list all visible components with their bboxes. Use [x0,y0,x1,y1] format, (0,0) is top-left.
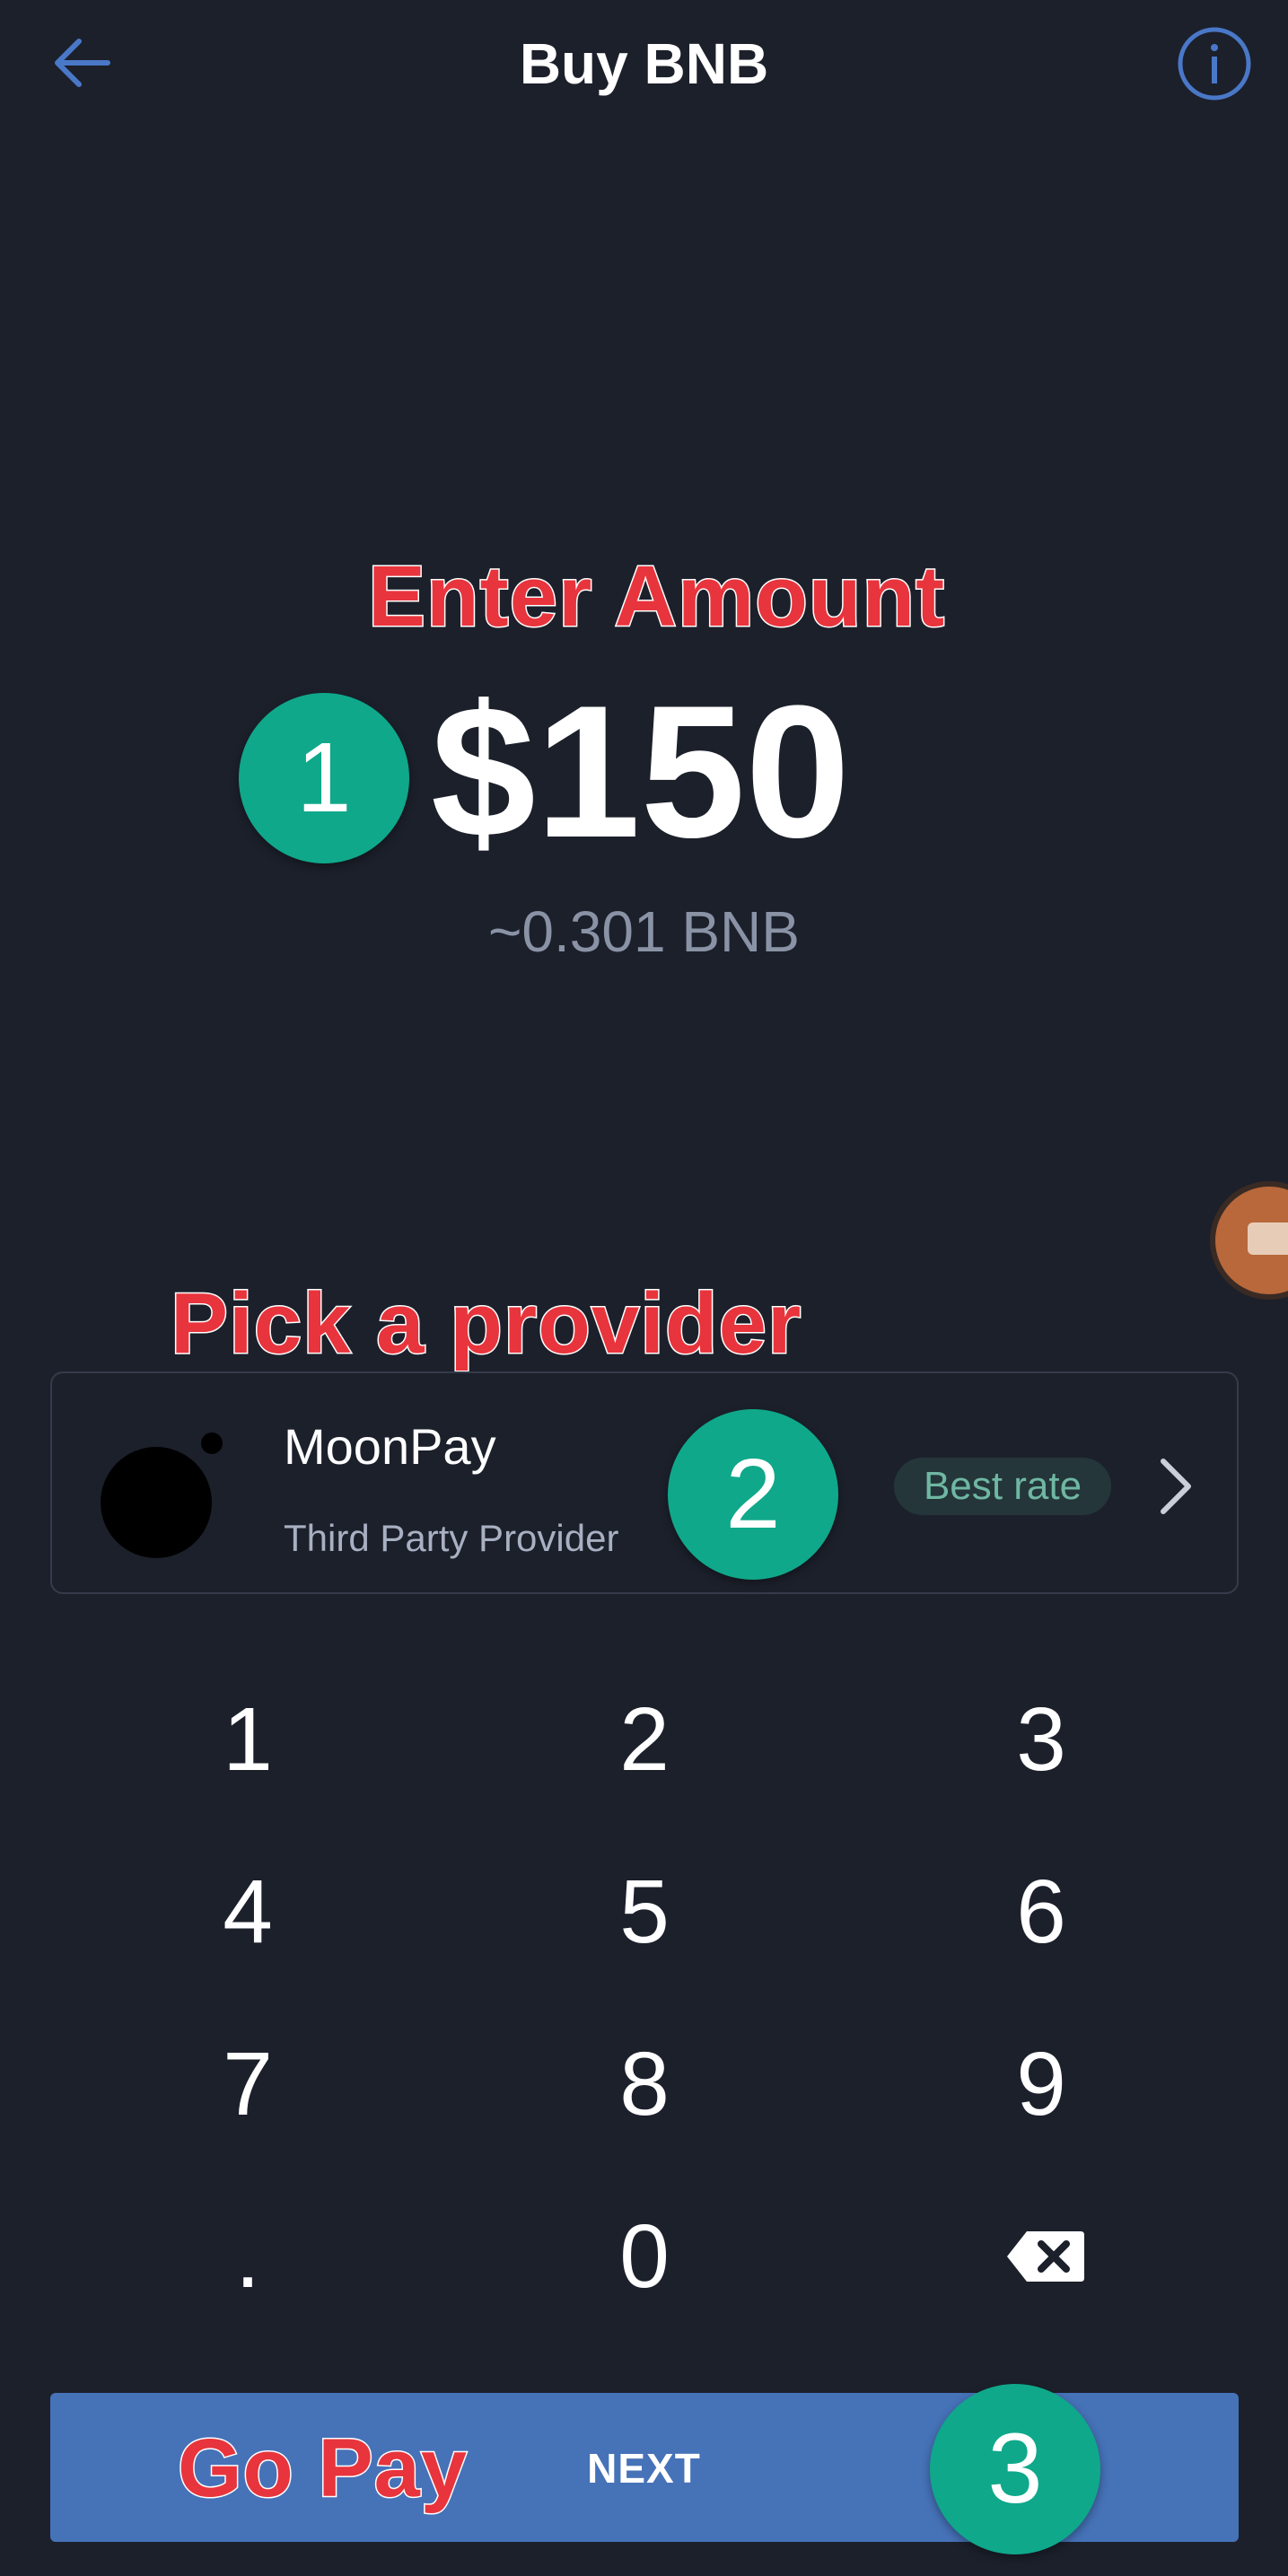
crypto-amount: ~0.301 BNB [488,899,800,964]
keypad-key-9[interactable]: 9 [844,2012,1239,2156]
keypad-key-dot[interactable]: . [50,2185,445,2328]
keypad-key-2[interactable]: 2 [447,1668,842,1811]
fiat-amount: $150 [431,666,851,877]
page-title: Buy BNB [519,31,769,96]
floating-camera-button[interactable] [1210,1181,1288,1300]
annotation-enter-amount: Enter Amount [366,548,946,646]
annotation-pick-provider: Pick a provider [169,1275,802,1373]
provider-name: MoonPay [284,1418,496,1475]
keypad-key-7[interactable]: 7 [50,2012,445,2156]
chevron-right-icon[interactable] [1156,1456,1196,1517]
keypad-key-4[interactable]: 4 [50,1840,445,1984]
step-badge-1: 1 [239,693,409,863]
keypad-key-8[interactable]: 8 [447,2012,842,2156]
keypad-key-5[interactable]: 5 [447,1840,842,1984]
info-circle-icon[interactable] [1176,25,1253,102]
keypad-backspace[interactable] [844,2185,1239,2328]
keypad-key-3[interactable]: 3 [844,1668,1239,1811]
moonpay-logo-icon [101,1433,223,1558]
camera-icon [1248,1222,1288,1255]
provider-subtitle: Third Party Provider [284,1517,619,1559]
keypad-key-1[interactable]: 1 [50,1668,445,1811]
backspace-icon [1007,2231,1084,2282]
keypad-key-0[interactable]: 0 [447,2185,842,2328]
step-badge-2: 2 [668,1409,838,1580]
keypad-key-6[interactable]: 6 [844,1840,1239,1984]
step-badge-3: 3 [930,2384,1100,2554]
best-rate-badge: Best rate [894,1458,1111,1515]
